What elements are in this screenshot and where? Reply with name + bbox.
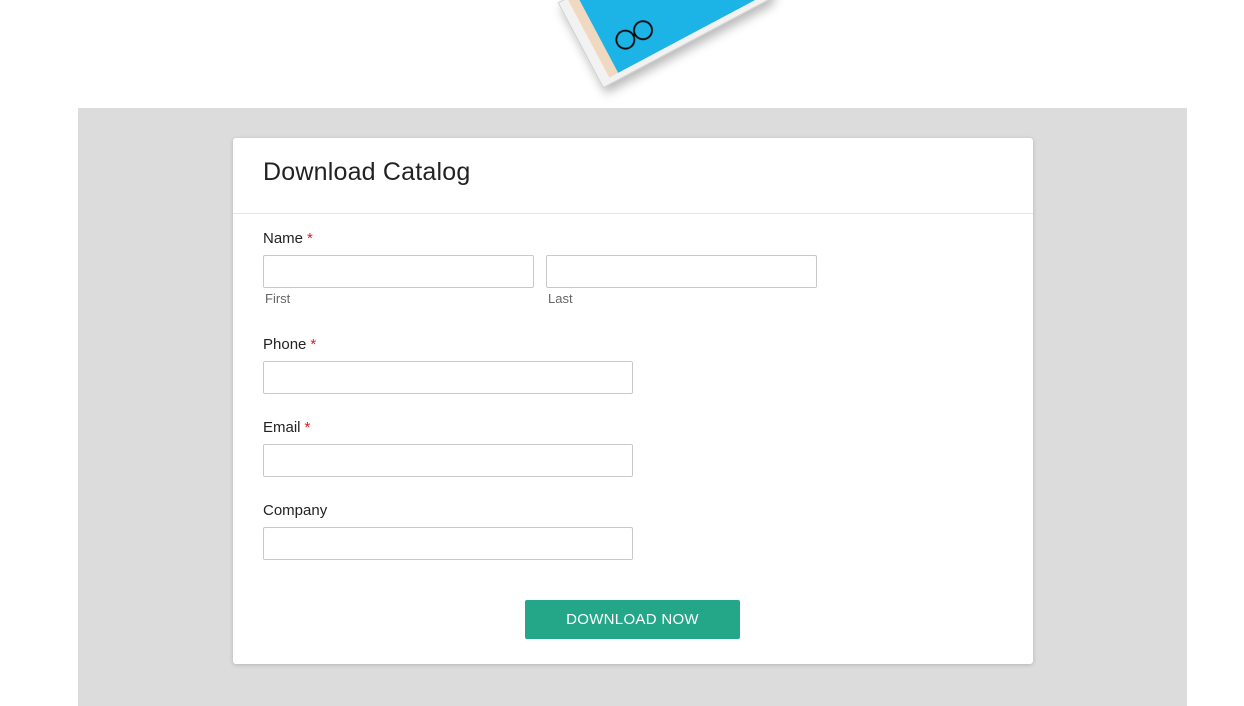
required-asterisk: *: [310, 336, 317, 353]
catalog-cover-image: [557, 0, 778, 89]
phone-input[interactable]: [263, 361, 633, 394]
company-label-text: Company: [263, 502, 328, 519]
name-label: Name *: [263, 230, 313, 247]
email-label: Email *: [263, 419, 310, 436]
last-name-input[interactable]: [546, 255, 817, 288]
first-name-sublabel: First: [265, 291, 291, 306]
form-header: Download Catalog: [233, 138, 1033, 214]
name-label-text: Name: [263, 230, 304, 247]
form-card: Download Catalog Name * First Last Phone *…: [233, 138, 1033, 664]
company-input[interactable]: [263, 527, 633, 560]
required-asterisk: *: [304, 419, 311, 436]
form-title: Download Catalog: [263, 158, 471, 186]
last-name-sublabel: Last: [548, 291, 573, 306]
company-label: Company: [263, 502, 327, 519]
first-name-input[interactable]: [263, 255, 534, 288]
page: Download Catalog Name * First Last Phone *…: [0, 0, 1244, 706]
phone-label: Phone *: [263, 336, 316, 353]
email-label-text: Email: [263, 419, 301, 436]
email-input[interactable]: [263, 444, 633, 477]
required-asterisk: *: [307, 230, 313, 247]
phone-label-text: Phone: [263, 336, 307, 353]
download-now-button[interactable]: DOWNLOAD NOW: [525, 600, 740, 639]
